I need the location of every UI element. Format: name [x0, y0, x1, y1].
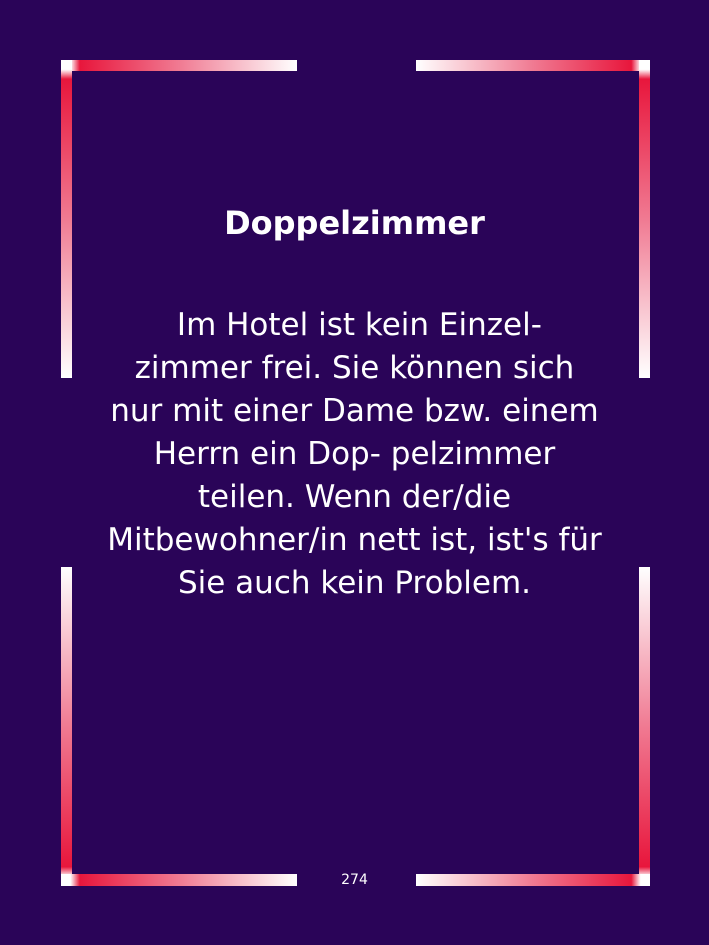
- frame-left-lower-bar: [61, 567, 72, 886]
- frame-top-left-bar: [61, 60, 297, 71]
- body-line: Sie auch kein Problem.: [177, 565, 532, 601]
- card-title: Doppelzimmer: [224, 204, 485, 242]
- frame-right-lower-bar: [639, 567, 650, 886]
- body-line: Mitbewohner/in nett ist, ist's für: [107, 522, 602, 558]
- frame-top-right-bar: [416, 60, 650, 71]
- body-line: zimmer frei. Sie können sich: [134, 350, 575, 386]
- body-line: Im Hotel ist kein Einzel-: [167, 307, 542, 343]
- body-line: Herrn ein Dop- pelzimmer: [153, 436, 556, 472]
- body-line: teilen. Wenn der/die: [197, 479, 512, 515]
- card: Doppelzimmer Im Hotel ist kein Einzel- z…: [0, 0, 709, 945]
- card-body-text: Im Hotel ist kein Einzel- zimmer frei. S…: [98, 304, 611, 605]
- page-number: 274: [341, 872, 368, 888]
- body-line: nur mit einer Dame bzw. einem: [110, 393, 599, 429]
